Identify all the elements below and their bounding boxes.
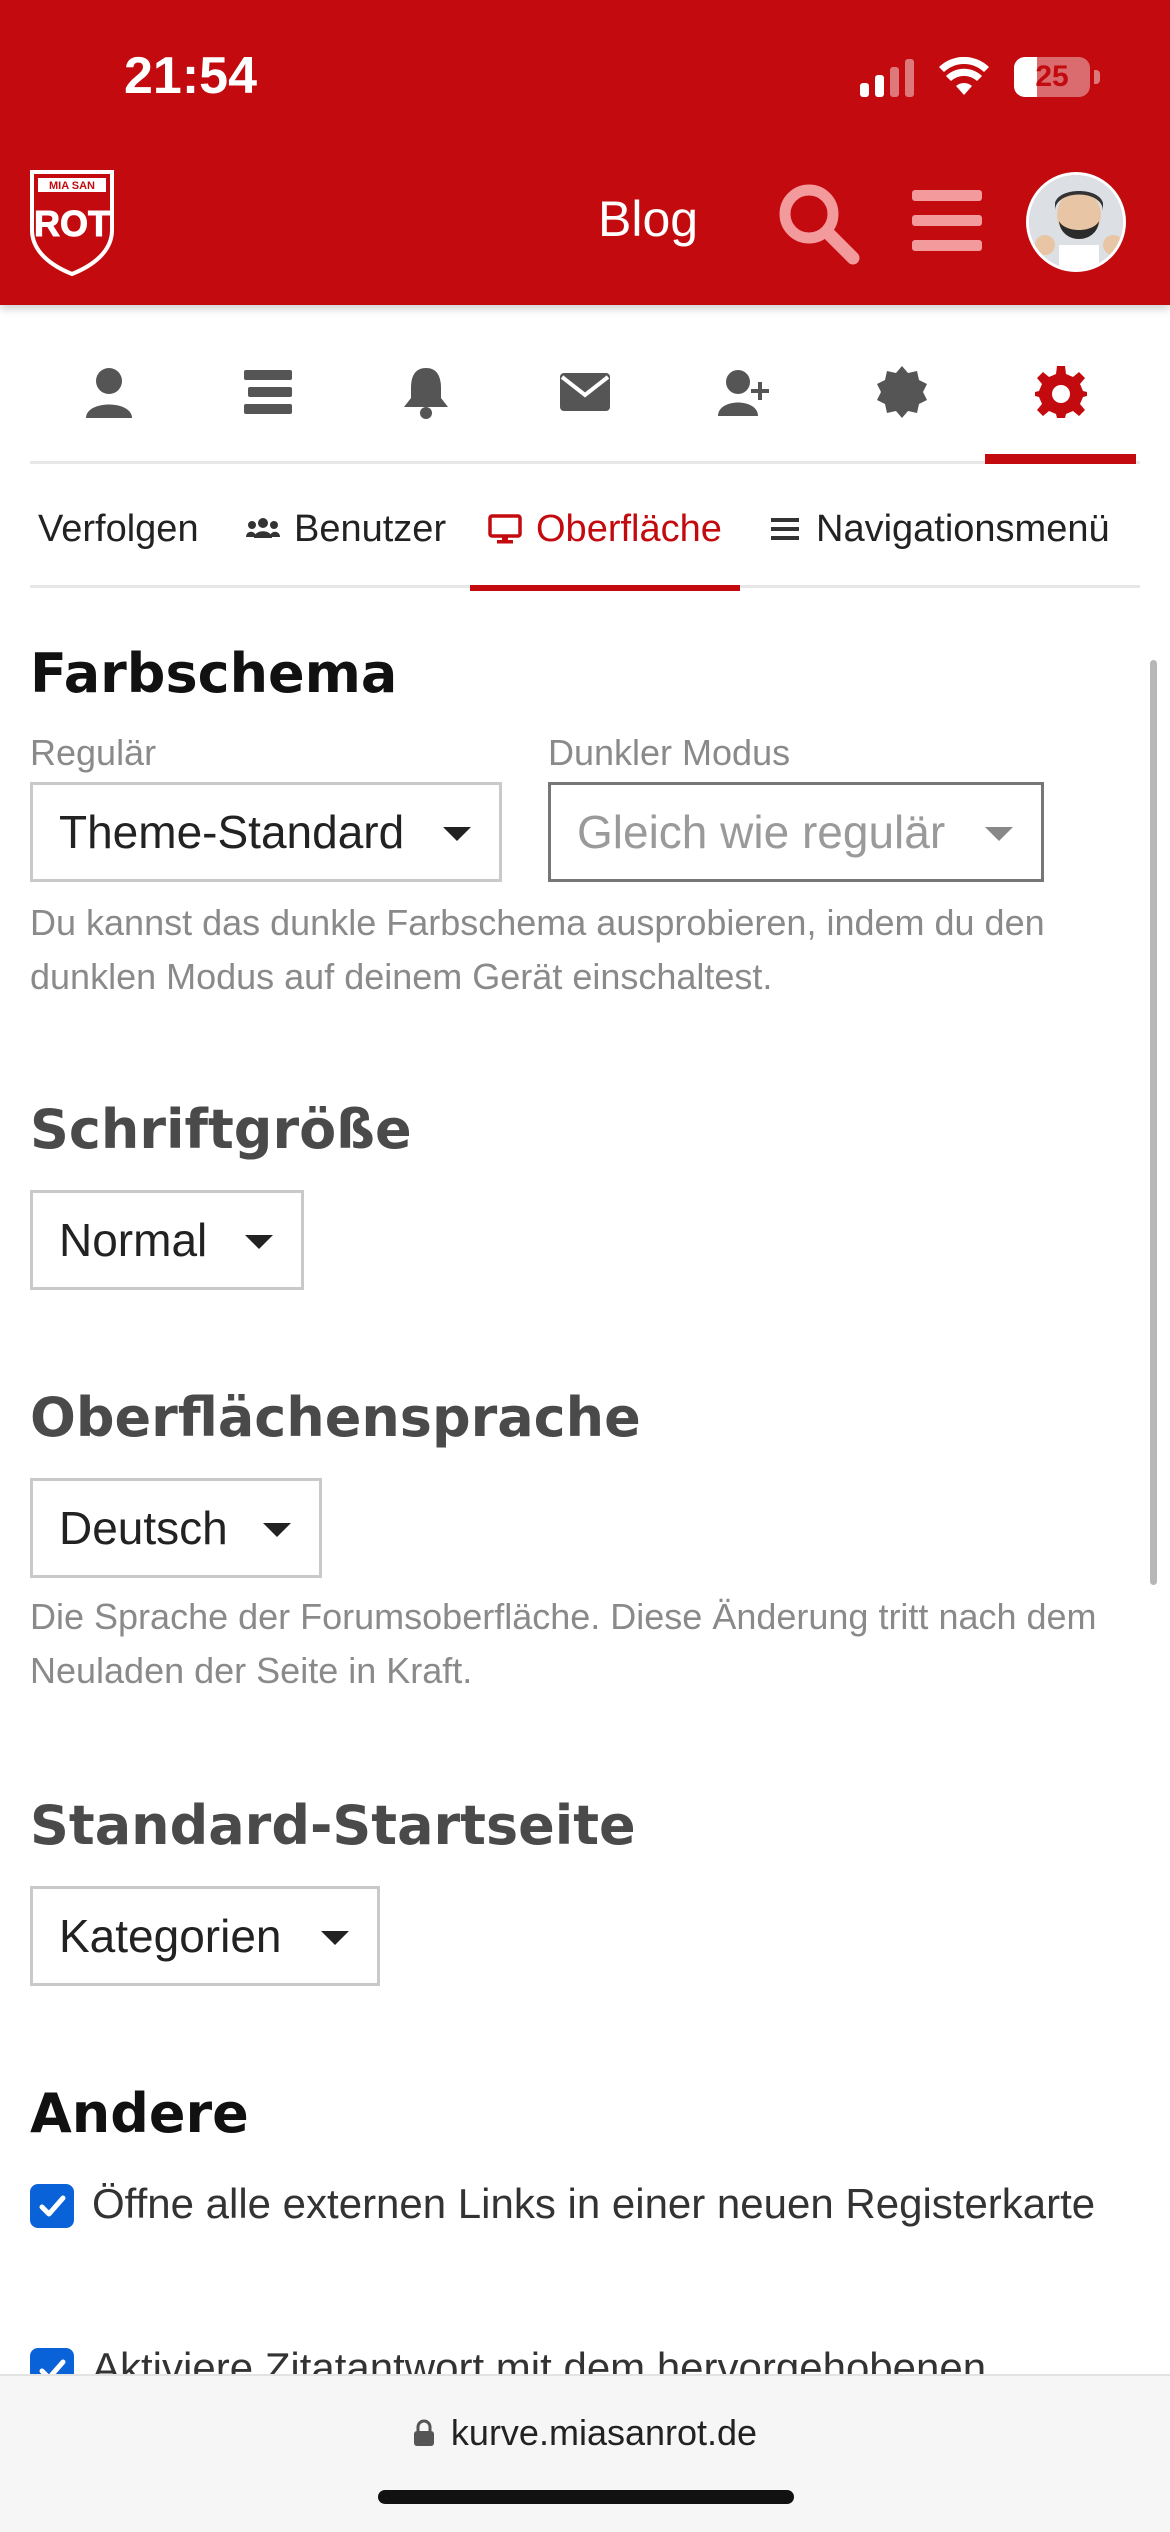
- tab-follow-label: Verfolgen: [38, 507, 199, 550]
- badge-icon: [877, 365, 928, 418]
- dark-mode-select[interactable]: Gleich wie regulär: [548, 782, 1044, 882]
- stream-icon: [243, 369, 292, 414]
- app-header: 21:54 25 MIA SAN ROT Blog: [0, 0, 1170, 305]
- default-homepage-value: Kategorien: [59, 1910, 282, 1962]
- battery-icon: 25: [1014, 57, 1100, 97]
- caret-down-icon: [985, 827, 1013, 841]
- dark-mode-value: Gleich wie regulär: [577, 806, 946, 858]
- nav-badges[interactable]: [823, 322, 982, 461]
- color-scheme-help: Du kannst das dunkle Farbschema ausprobi…: [30, 902, 1045, 997]
- home-indicator[interactable]: [378, 2490, 794, 2504]
- nav-notifications[interactable]: [347, 322, 506, 461]
- svg-text:MIA SAN: MIA SAN: [49, 180, 95, 192]
- wifi-icon: [939, 57, 989, 95]
- regular-scheme-value: Theme-Standard: [59, 806, 405, 858]
- checkmark-icon: [39, 2195, 66, 2217]
- color-scheme-title: Farbschema: [30, 642, 398, 705]
- page-scrollbar[interactable]: [1150, 660, 1157, 1585]
- tab-users[interactable]: Benutzer: [246, 470, 446, 588]
- nav-activity[interactable]: [189, 322, 348, 461]
- tab-navigation-menu[interactable]: Navigationsmenü: [768, 470, 1110, 588]
- cellular-signal-icon: [860, 57, 914, 97]
- search-icon[interactable]: [775, 180, 861, 266]
- envelope-icon: [560, 372, 611, 411]
- other-title: Andere: [30, 2082, 249, 2145]
- lock-icon: [413, 2419, 434, 2446]
- tab-follow[interactable]: Verfolgen: [38, 470, 199, 588]
- blog-link[interactable]: Blog: [598, 190, 698, 248]
- tab-navigation-menu-label: Navigationsmenü: [816, 507, 1110, 550]
- nav-preferences[interactable]: [981, 322, 1140, 464]
- caret-down-icon: [245, 1235, 273, 1249]
- preferences-sub-tabs: Verfolgen Benutzer Oberfläche Navigation…: [30, 470, 1140, 591]
- svg-text:ROT: ROT: [34, 203, 110, 244]
- font-size-select[interactable]: Normal: [30, 1190, 304, 1290]
- dark-mode-label: Dunkler Modus: [548, 732, 791, 773]
- interface-language-title: Oberflächensprache: [30, 1386, 641, 1449]
- nav-profile[interactable]: [30, 322, 189, 461]
- url-display[interactable]: kurve.miasanrot.de: [0, 2412, 1170, 2454]
- interface-language-help: Die Sprache der Forumsoberfläche. Diese …: [30, 1596, 1097, 1691]
- user-icon: [86, 367, 133, 418]
- users-icon: [246, 518, 280, 538]
- interface-language-value: Deutsch: [59, 1502, 228, 1554]
- regular-scheme-select[interactable]: Theme-Standard: [30, 782, 502, 882]
- interface-language-select[interactable]: Deutsch: [30, 1478, 322, 1578]
- battery-level: 25: [1035, 60, 1069, 93]
- desktop-icon: [488, 514, 522, 544]
- status-icons: 25: [860, 52, 1100, 102]
- bars-icon: [771, 518, 799, 540]
- browser-address-bar[interactable]: kurve.miasanrot.de: [0, 2374, 1170, 2532]
- tab-users-label: Benutzer: [294, 507, 447, 550]
- user-plus-icon: [717, 369, 769, 416]
- url-text: kurve.miasanrot.de: [450, 2412, 758, 2453]
- external-links-checkbox[interactable]: [30, 2184, 74, 2228]
- gear-icon: [1034, 365, 1087, 418]
- caret-down-icon: [443, 827, 471, 841]
- default-homepage-select[interactable]: Kategorien: [30, 1886, 380, 1986]
- user-preferences-icon-nav: [30, 322, 1140, 464]
- external-links-label: Öffne alle externen Links in einer neuen…: [92, 2180, 1096, 2227]
- caret-down-icon: [263, 1523, 291, 1537]
- status-time: 21:54: [124, 47, 257, 105]
- nav-invites[interactable]: [664, 322, 823, 461]
- avatar-image: [1029, 175, 1123, 269]
- font-size-title: Schriftgröße: [30, 1098, 412, 1161]
- nav-messages[interactable]: [506, 322, 665, 461]
- tab-interface[interactable]: Oberfläche: [470, 470, 740, 591]
- font-size-value: Normal: [59, 1214, 208, 1266]
- user-avatar[interactable]: [1026, 172, 1126, 272]
- hamburger-menu-icon[interactable]: [910, 186, 984, 256]
- tab-interface-label: Oberfläche: [536, 507, 722, 550]
- caret-down-icon: [321, 1931, 349, 1945]
- mia-san-rot-logo[interactable]: MIA SAN ROT: [28, 168, 116, 276]
- bell-icon: [404, 367, 449, 419]
- default-homepage-title: Standard-Startseite: [30, 1794, 636, 1857]
- regular-scheme-label: Regulär: [30, 732, 157, 773]
- option-external-links-new-tab[interactable]: Öffne alle externen Links in einer neuen…: [30, 2172, 1130, 2236]
